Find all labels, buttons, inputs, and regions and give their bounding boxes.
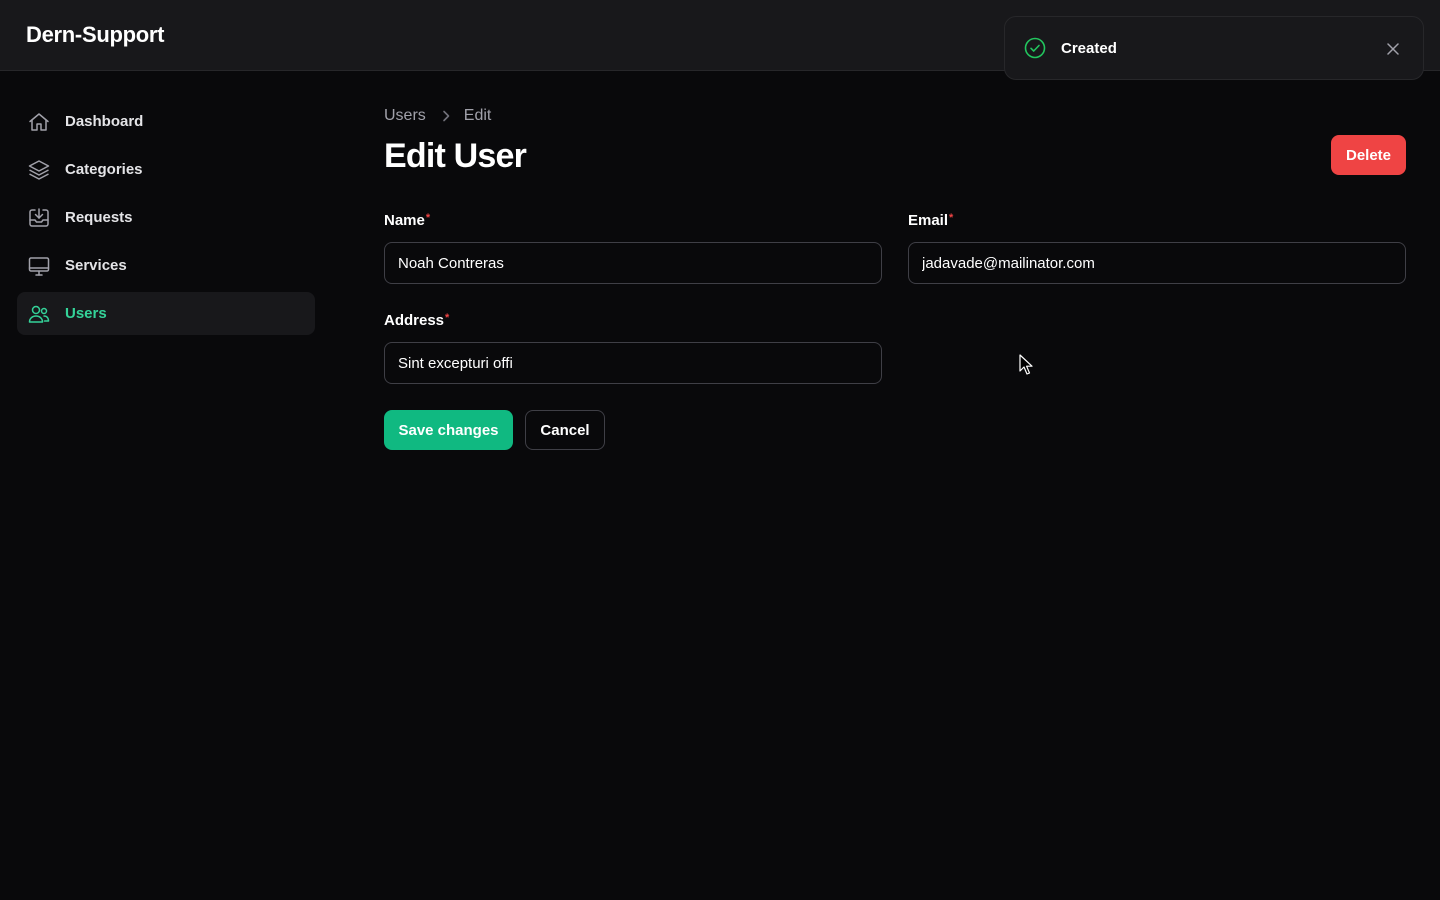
address-field-group: Address*: [384, 312, 882, 384]
breadcrumb-current: Edit: [463, 107, 492, 124]
email-label: Email*: [908, 212, 1406, 234]
sidebar-item-categories[interactable]: Categories: [17, 148, 315, 191]
cancel-button[interactable]: Cancel: [525, 410, 605, 450]
name-label-text: Name: [384, 212, 425, 229]
sidebar-item-requests[interactable]: Requests: [17, 196, 315, 239]
required-mark: *: [445, 312, 450, 324]
layers-icon: [27, 158, 51, 182]
close-icon[interactable]: [1383, 39, 1403, 59]
sidebar-item-label: Requests: [65, 209, 133, 226]
home-icon: [27, 110, 51, 134]
users-icon: [27, 302, 51, 326]
toast-message: Created: [1061, 39, 1117, 57]
form-actions: Save changes Cancel: [384, 410, 605, 450]
sidebar: Dashboard Categories Requests Services U…: [17, 100, 315, 340]
sidebar-item-services[interactable]: Services: [17, 244, 315, 287]
sidebar-item-label: Services: [65, 257, 127, 274]
sidebar-item-label: Dashboard: [65, 113, 144, 130]
mouse-pointer-icon: [1019, 354, 1033, 375]
name-field-group: Name*: [384, 212, 882, 284]
sidebar-item-label: Users: [65, 305, 107, 322]
save-changes-button[interactable]: Save changes: [384, 410, 513, 450]
address-label: Address*: [384, 312, 882, 334]
sidebar-item-users[interactable]: Users: [17, 292, 315, 335]
success-toast: Created: [1004, 16, 1424, 80]
required-mark: *: [425, 212, 431, 224]
email-input[interactable]: [908, 242, 1406, 284]
sidebar-item-dashboard[interactable]: Dashboard: [17, 100, 315, 143]
email-field-group: Email*: [908, 212, 1406, 284]
app-title[interactable]: Dern-Support: [26, 22, 164, 48]
delete-button[interactable]: Delete: [1331, 135, 1406, 175]
main-content: Users Edit Edit User Delete Name* Email*…: [384, 100, 1406, 450]
monitor-icon: [27, 254, 51, 278]
page-title: Edit User: [384, 137, 527, 175]
inbox-download-icon: [27, 206, 51, 230]
breadcrumb-users-link[interactable]: Users: [384, 107, 426, 125]
required-mark: *: [949, 212, 954, 224]
sidebar-item-label: Categories: [65, 161, 143, 178]
name-input[interactable]: [384, 242, 882, 284]
email-label-text: Email: [908, 212, 949, 229]
check-circle-icon: [1023, 36, 1047, 60]
name-label: Name*: [384, 212, 882, 234]
chevron-right-icon: [440, 109, 452, 123]
address-input[interactable]: [384, 342, 882, 384]
breadcrumb: Users Edit: [384, 100, 1406, 132]
address-label-text: Address: [384, 312, 445, 329]
